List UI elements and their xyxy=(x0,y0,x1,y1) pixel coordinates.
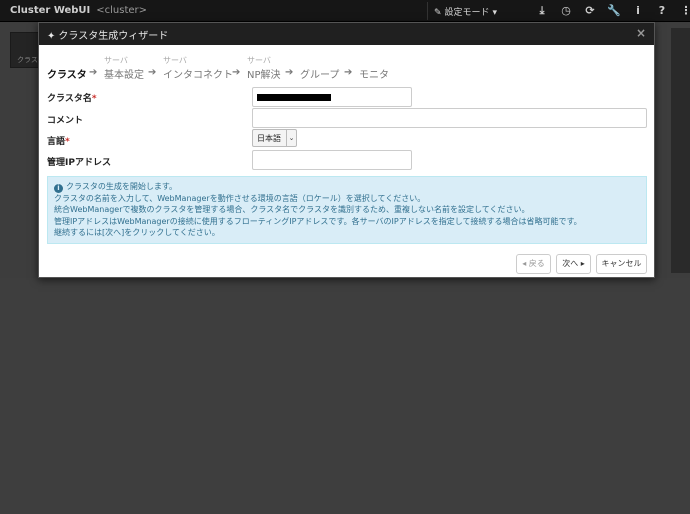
redacted-value xyxy=(257,94,331,101)
background-area xyxy=(0,278,690,514)
comment-input[interactable] xyxy=(252,108,647,128)
wand-icon: ✦ xyxy=(47,31,56,42)
top-navbar: Cluster WebUI <cluster> ✎ 設定モード ▾ ⤓ ◷ ⟳ 🔧 … xyxy=(0,0,690,22)
next-button[interactable]: 次へ ▸ xyxy=(556,254,591,274)
clock-icon[interactable]: ◷ xyxy=(554,3,578,19)
background-cluster-card: クラス xyxy=(10,32,40,68)
download-icon[interactable]: ⤓ xyxy=(530,3,554,19)
background-panel xyxy=(671,28,690,273)
mgmt-ip-input[interactable] xyxy=(252,150,412,170)
step-arrow-icon: ➔ xyxy=(285,67,294,78)
mode-dropdown-button[interactable]: ✎ 設定モード ▾ xyxy=(427,2,505,20)
modal-header: ✦ クラスタ生成ウィザード × xyxy=(39,23,654,45)
modal-title: クラスタ生成ウィザード xyxy=(58,31,169,42)
help-icon[interactable]: ? xyxy=(650,3,674,19)
close-icon[interactable]: × xyxy=(636,26,646,40)
step-np-resolution: サーバ NP解決 xyxy=(247,56,281,81)
navbar-icons: ⤓ ◷ ⟳ 🔧 i ? ⋮ xyxy=(530,3,690,19)
language-label: 言語* xyxy=(47,137,70,147)
step-group: グループ xyxy=(300,70,340,81)
wizard-steps: クラスタ ➔ サーバ 基本設定 ➔ サーバ インタコネクト ➔ サーバ NP解決 ➔ … xyxy=(47,55,607,83)
step-interconnect: サーバ インタコネクト xyxy=(163,56,233,81)
refresh-icon[interactable]: ⟳ xyxy=(578,3,602,19)
comment-label: コメント xyxy=(47,116,84,126)
step-cluster: クラスタ xyxy=(47,70,87,81)
wrench-icon: ✎ xyxy=(434,8,442,18)
step-arrow-icon: ➔ xyxy=(232,67,241,78)
info-icon[interactable]: i xyxy=(626,3,650,19)
step-monitor: モニタ xyxy=(359,70,389,81)
wrench-icon[interactable]: 🔧 xyxy=(602,3,626,19)
info-icon: i xyxy=(54,184,63,193)
step-arrow-icon: ➔ xyxy=(344,67,353,78)
chevron-down-icon: ⌄ xyxy=(286,130,296,146)
cluster-name-input[interactable] xyxy=(252,87,412,107)
cluster-name-label: クラスタ名* xyxy=(47,94,97,104)
menu-icon[interactable]: ⋮ xyxy=(674,3,690,19)
info-alert: i クラスタの生成を開始します。 クラスタの名前を入力して、WebManagerを… xyxy=(47,176,647,244)
mgmt-ip-label: 管理IPアドレス xyxy=(47,158,111,168)
language-select[interactable]: 日本語 ⌄ xyxy=(252,129,297,147)
step-arrow-icon: ➔ xyxy=(148,67,157,78)
cancel-button[interactable]: キャンセル xyxy=(596,254,647,274)
step-basic-settings: サーバ 基本設定 xyxy=(104,56,144,81)
cluster-name: <cluster> xyxy=(96,5,148,16)
cluster-wizard-modal: ✦ クラスタ生成ウィザード × クラスタ ➔ サーバ 基本設定 ➔ サーバ インタコネ… xyxy=(38,22,655,278)
back-button[interactable]: ◂ 戻る xyxy=(516,254,551,274)
step-arrow-icon: ➔ xyxy=(89,67,98,78)
app-brand[interactable]: Cluster WebUI <cluster> xyxy=(10,5,147,16)
